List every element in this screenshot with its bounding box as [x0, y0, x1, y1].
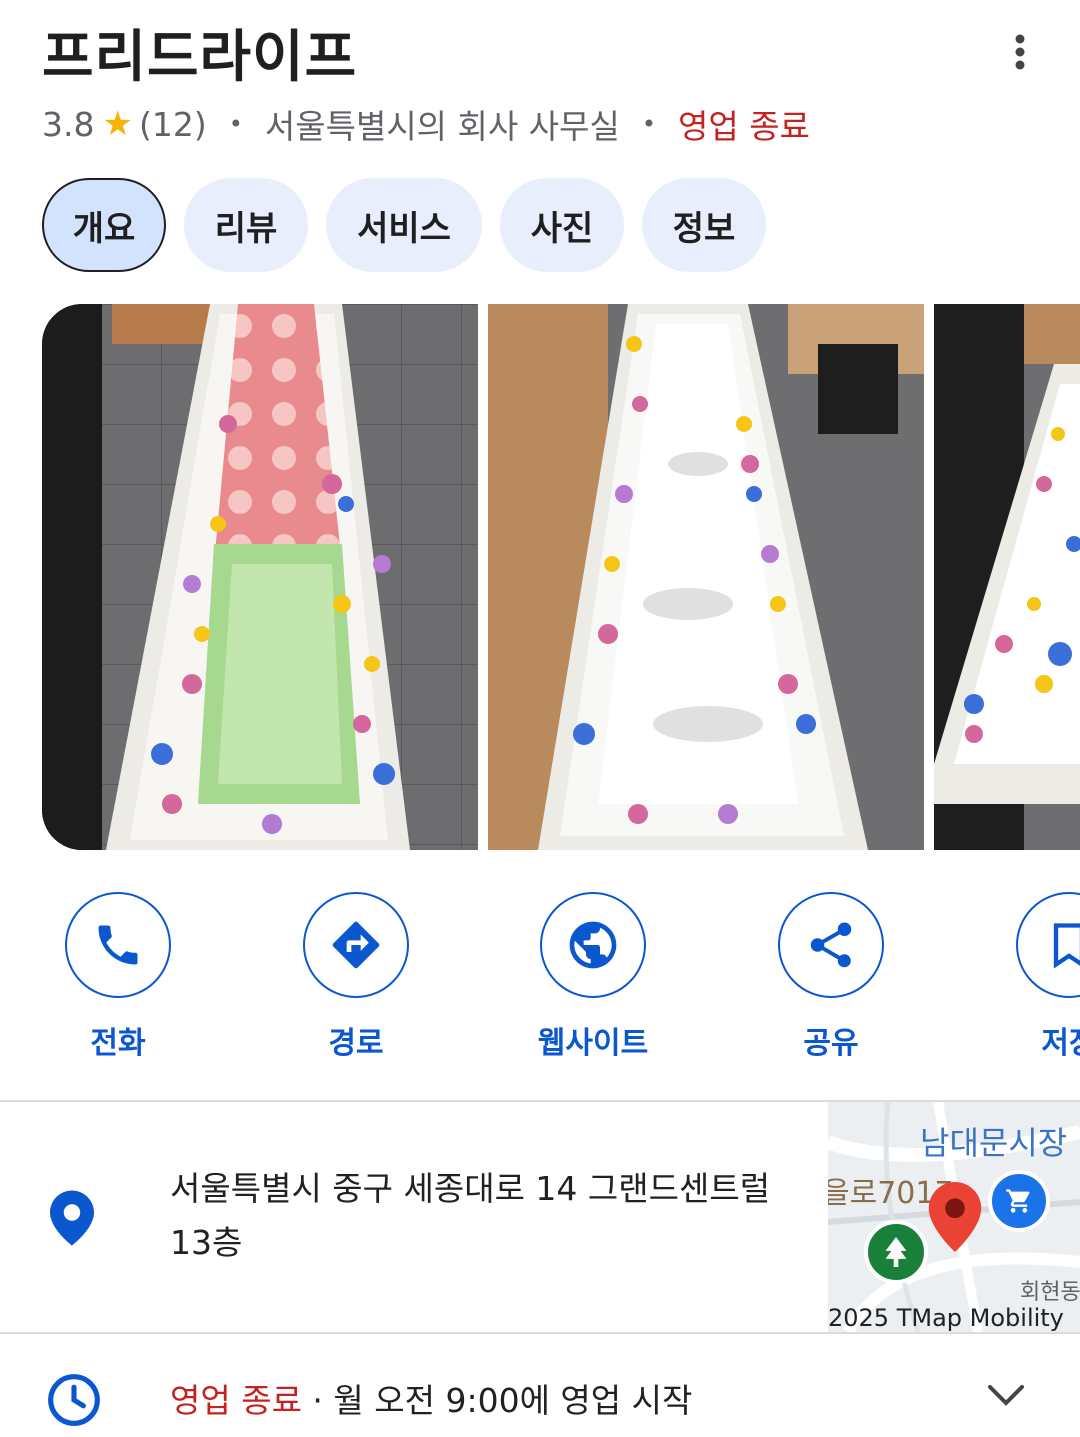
photo-carousel[interactable]: [42, 304, 1080, 850]
globe-icon: [569, 921, 617, 969]
share-icon: [810, 922, 852, 968]
map-thumbnail[interactable]: 남대문시장 을로7017 회현동 2025 TMap Mobility: [828, 1102, 1080, 1332]
hours-separator: ·: [301, 1381, 334, 1420]
divider: [0, 1332, 1080, 1334]
tab-bar: 개요 리뷰 서비스 사진 정보: [42, 178, 766, 272]
status-badge: 영업 종료: [677, 107, 810, 146]
photo-casket-white[interactable]: [488, 304, 924, 850]
separator-dot: •: [228, 110, 243, 138]
website-button-circle: [540, 892, 646, 998]
call-label: 전화: [90, 1026, 146, 1061]
review-count-link[interactable]: (12): [139, 105, 207, 144]
directions-button[interactable]: 경로: [246, 892, 466, 1062]
place-summary-line: 3.8 ★ (12) • 서울특별시의 회사 사무실 • 영업 종료: [42, 100, 810, 148]
call-button[interactable]: 전화: [8, 892, 228, 1062]
park-marker-icon: [864, 1220, 928, 1284]
tab-info[interactable]: 정보: [642, 178, 766, 272]
tab-overview[interactable]: 개요: [42, 178, 166, 272]
save-button[interactable]: 저장: [959, 892, 1080, 1062]
separator-dot: •: [641, 110, 656, 138]
website-button[interactable]: 웹사이트: [483, 892, 703, 1062]
category-text: 서울특별시의 회사 사무실: [264, 107, 620, 146]
website-label: 웹사이트: [537, 1026, 649, 1061]
directions-icon: [332, 921, 380, 969]
share-button-circle: [778, 892, 884, 998]
more-vert-icon: [1015, 34, 1025, 70]
more-options-button[interactable]: [996, 28, 1044, 76]
map-label-namdaemun: 남대문시장: [920, 1124, 1068, 1162]
place-title: 프리드라이프: [42, 25, 358, 90]
address-text: 서울특별시 중구 세종대로 14 그랜드센트럴 13층: [170, 1169, 771, 1262]
hours-row[interactable]: 영업 종료 · 월 오전 9:00에 영업 시작: [0, 1336, 1080, 1437]
save-label: 저장: [1041, 1026, 1080, 1061]
chevron-down-icon[interactable]: [986, 1382, 1026, 1412]
map-copyright: 2025 TMap Mobility: [828, 1304, 1064, 1332]
clock-icon: [46, 1372, 102, 1432]
location-marker-icon: [928, 1182, 982, 1256]
tab-photos[interactable]: 사진: [500, 178, 624, 272]
call-button-circle: [65, 892, 171, 998]
tab-reviews[interactable]: 리뷰: [184, 178, 308, 272]
save-button-circle: [1016, 892, 1080, 998]
map-label-hoehyeon: 회현동: [1020, 1280, 1080, 1305]
shopping-marker-icon: [988, 1170, 1050, 1232]
directions-label: 경로: [328, 1026, 384, 1061]
share-label: 공유: [803, 1026, 859, 1061]
bookmark-icon: [1053, 923, 1080, 969]
photo-casket-pink-green[interactable]: [42, 304, 478, 850]
hours-next-open: 월 오전 9:00에 영업 시작: [333, 1381, 693, 1420]
address-row[interactable]: 서울특별시 중구 세종대로 14 그랜드센트럴 13층 남대문시장 을로7017…: [0, 1102, 1080, 1332]
rating-value: 3.8: [42, 104, 95, 144]
photo-casket-butterflies[interactable]: [934, 304, 1080, 850]
share-button[interactable]: 공유: [721, 892, 941, 1062]
directions-button-circle: [303, 892, 409, 998]
phone-icon: [98, 925, 138, 965]
action-bar: 전화 경로 웹사이트 공유 저장: [0, 892, 1080, 1062]
hours-text: 영업 종료 · 월 오전 9:00에 영업 시작: [170, 1374, 692, 1422]
star-icon: ★: [102, 104, 133, 144]
tab-services[interactable]: 서비스: [326, 178, 482, 272]
location-pin-icon: [50, 1190, 94, 1250]
hours-status: 영업 종료: [170, 1381, 302, 1420]
